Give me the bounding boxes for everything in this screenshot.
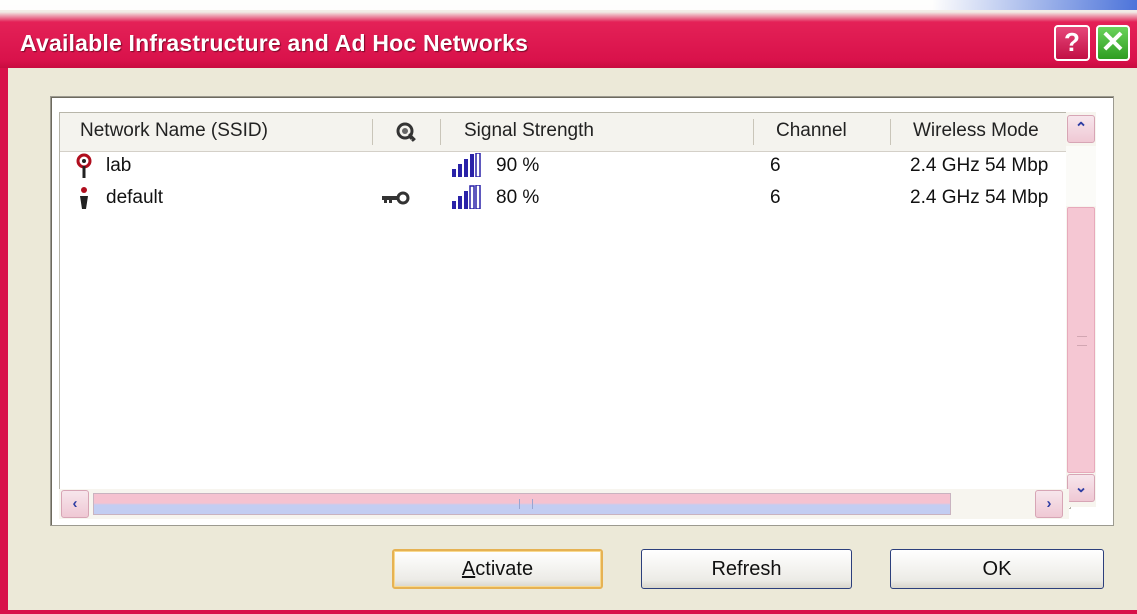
column-header-channel[interactable]: Channel: [776, 120, 847, 142]
scroll-grip: [519, 499, 533, 509]
horizontal-scrollbar[interactable]: ‹ ›: [59, 489, 1069, 519]
window-title: Available Infrastructure and Ad Hoc Netw…: [20, 30, 529, 56]
title-bar-highlight: [0, 0, 1137, 10]
key-icon: [382, 191, 410, 205]
list-header: Network Name (SSID) Signal Strength Chan…: [60, 113, 1070, 152]
column-header-signal[interactable]: Signal Strength: [464, 120, 594, 142]
column-divider[interactable]: [890, 119, 891, 145]
column-divider[interactable]: [372, 119, 373, 145]
key-lock-icon: [396, 122, 416, 142]
signal-strength: 90 %: [496, 155, 540, 176]
column-divider[interactable]: [440, 119, 441, 145]
wireless-mode: 2.4 GHz 54 Mbp: [910, 155, 1049, 176]
adhoc-station-icon: [80, 187, 88, 209]
signal-bars-icon: [452, 185, 481, 209]
access-point-icon: [76, 153, 92, 178]
column-header-mode[interactable]: Wireless Mode: [913, 120, 1039, 142]
channel: 6: [770, 155, 781, 176]
scroll-right-button[interactable]: ›: [1035, 490, 1063, 518]
networks-panel: Network Name (SSID) Signal Strength Chan…: [50, 96, 1114, 526]
scroll-track[interactable]: [1066, 146, 1096, 206]
list-row[interactable]: lab 90 % 6 2.4 GHz 54 Mbp: [60, 153, 1070, 183]
activate-label: ctivate: [475, 558, 534, 580]
networks-dialog: Available Infrastructure and Ad Hoc Netw…: [0, 0, 1137, 614]
vertical-scrollbar[interactable]: ⌃ ⌄: [1066, 112, 1096, 507]
network-name: default: [106, 187, 164, 208]
column-header-security[interactable]: [393, 119, 419, 151]
wireless-mode: 2.4 GHz 54 Mbp: [910, 187, 1049, 208]
channel: 6: [770, 187, 781, 208]
network-name: lab: [106, 155, 132, 176]
column-header-ssid[interactable]: Network Name (SSID): [80, 120, 268, 142]
scroll-grip: [1077, 336, 1087, 346]
list-row[interactable]: default 80 % 6 2.4 GHz 54 Mbp: [60, 185, 1070, 215]
scroll-thumb[interactable]: [1067, 207, 1095, 473]
ok-button[interactable]: OK: [890, 549, 1104, 589]
activate-button[interactable]: Activate: [392, 549, 603, 589]
help-button[interactable]: ?: [1054, 25, 1090, 61]
signal-bars-icon: [452, 153, 481, 177]
scroll-up-button[interactable]: ⌃: [1067, 115, 1095, 143]
refresh-button[interactable]: Refresh: [641, 549, 852, 589]
title-bar[interactable]: Available Infrastructure and Ad Hoc Netw…: [0, 0, 1137, 68]
activate-mnemonic: A: [461, 558, 476, 580]
scroll-left-button[interactable]: ‹: [61, 490, 89, 518]
networks-list[interactable]: Network Name (SSID) Signal Strength Chan…: [59, 112, 1071, 509]
close-button[interactable]: ✕: [1096, 25, 1130, 61]
signal-strength: 80 %: [496, 187, 540, 208]
scroll-down-button[interactable]: ⌄: [1067, 474, 1095, 502]
scroll-thumb[interactable]: [93, 493, 951, 515]
column-divider[interactable]: [753, 119, 754, 145]
